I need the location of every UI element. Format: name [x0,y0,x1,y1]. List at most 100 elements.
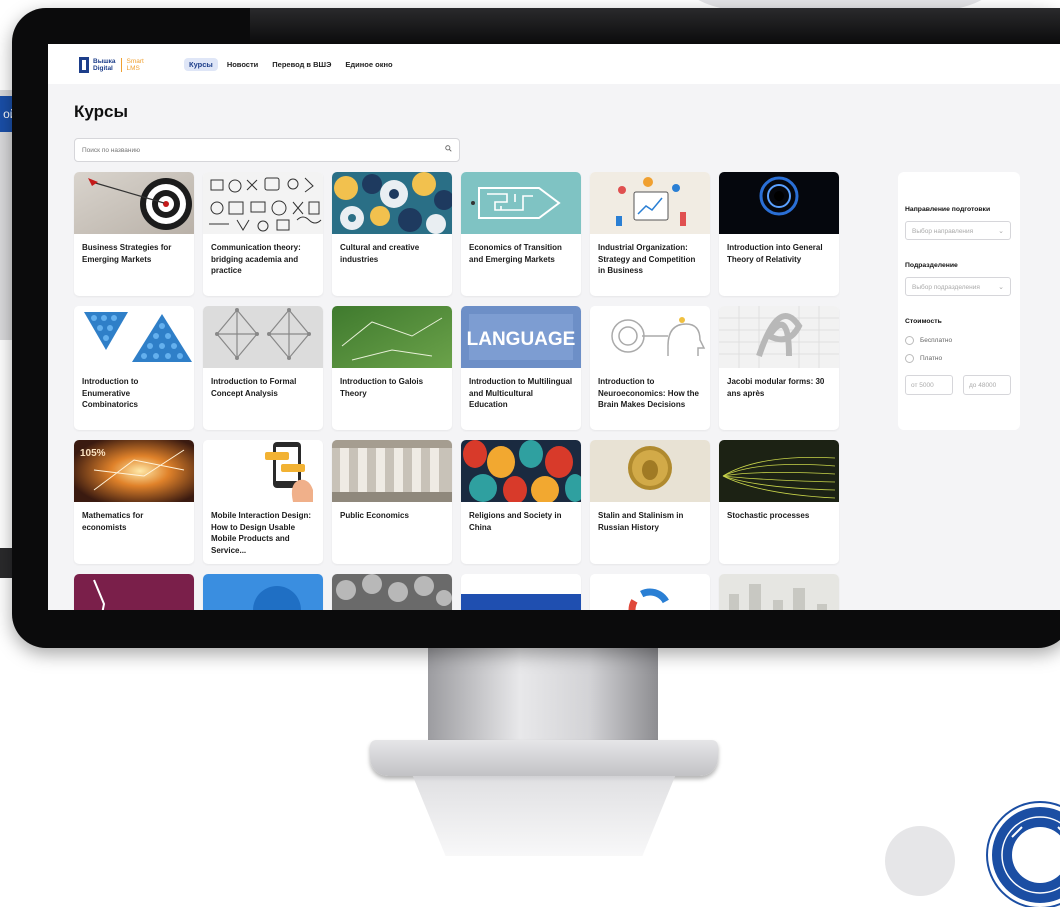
department-select-placeholder: Выбор подразделения [912,284,980,291]
course-thumbnail [332,440,452,502]
course-card[interactable] [332,574,452,610]
site-logo[interactable]: Вышка Digital Smart LMS [79,56,144,74]
search-box [74,138,460,162]
nav-news[interactable]: Новости [222,58,263,71]
course-thumbnail [332,306,452,368]
course-title: Stalin and Stalinism in Russian History [598,511,684,532]
course-card[interactable]: Cultural and creative industries [332,172,452,296]
course-title: Mathematics for economists [82,511,144,532]
course-card[interactable] [719,574,839,610]
course-title: Public Economics [340,511,409,520]
course-title: Religions and Society in China [469,511,562,532]
course-card[interactable]: Stochastic processes [719,440,839,564]
filter-department-label: Подразделение [905,262,958,269]
course-title: Introduction into General Theory of Rela… [727,243,823,264]
filter-panel: Направление подготовки Выбор направления… [898,172,1020,430]
course-title: Business Strategies for Emerging Markets [82,243,172,264]
course-card[interactable]: Introduction to Formal Concept Analysis [203,306,323,430]
logo-line-1: Вышка [93,58,116,65]
search-icon[interactable] [445,145,452,152]
radio-free[interactable]: Бесплатно [905,336,952,345]
course-card[interactable]: Introduction to Neuroeconomics: How the … [590,306,710,430]
main-nav: Курсы Новости Перевод в ВШЭ Единое окно [184,58,398,71]
thumbnail-percent-text: 105% [80,448,106,459]
hse-logo-icon [79,57,89,73]
direction-select-placeholder: Выбор направления [912,228,974,235]
course-card[interactable] [461,574,581,610]
radio-circle-icon [905,336,914,345]
course-card[interactable]: Stalin and Stalinism in Russian History [590,440,710,564]
price-to-input[interactable]: до 48000 [963,375,1011,395]
course-title: Stochastic processes [727,511,810,520]
chevron-down-icon: ⌄ [998,284,1004,291]
monitor-reflection [412,776,676,856]
course-thumbnail [461,172,581,234]
radio-paid[interactable]: Платно [905,354,942,363]
course-card[interactable] [203,574,323,610]
course-thumbnail [590,440,710,502]
course-card[interactable]: Economics of Transition and Emerging Mar… [461,172,581,296]
course-title: Introduction to Formal Concept Analysis [211,377,297,398]
course-thumbnail [74,172,194,234]
course-thumbnail [590,172,710,234]
thumbnail-language-text: LANGUAGE [467,329,576,350]
course-title: Mobile Interaction Design: How to Design… [211,511,312,555]
course-card[interactable]: Religions and Society in China [461,440,581,564]
course-card[interactable]: Business Strategies for Emerging Markets [74,172,194,296]
course-card[interactable]: Jacobi modular forms: 30 ans après [719,306,839,430]
background-circle [885,826,955,896]
course-thumbnail [719,172,839,234]
course-thumbnail [461,440,581,504]
course-card[interactable]: Introduction into General Theory of Rela… [719,172,839,296]
course-thumbnail [590,306,710,368]
course-thumbnail: LANGUAGE [461,306,581,368]
course-card[interactable]: 105% Mathematics for economists [74,440,194,564]
price-from-input[interactable]: от 5000 [905,375,953,395]
radio-circle-icon [905,354,914,363]
course-title: Jacobi modular forms: 30 ans après [727,377,825,398]
course-thumbnail [332,574,452,610]
course-thumbnail [74,306,194,368]
course-card[interactable]: Introduction to Enumerative Combinatoric… [74,306,194,430]
course-thumbnail: 105% [74,440,194,502]
course-thumbnail [719,306,839,368]
course-title: Cultural and creative industries [340,243,420,264]
top-navigation-bar: Вышка Digital Smart LMS Курсы Новости Пе… [48,44,1060,84]
course-thumbnail [203,440,323,502]
logo-sub-2: LMS [126,65,140,72]
course-thumbnail [461,574,581,610]
filter-cost-label: Стоимость [905,318,942,325]
logo-subtitle: Smart LMS [127,58,144,72]
nav-transfer[interactable]: Перевод в ВШЭ [267,58,336,71]
nav-courses[interactable]: Курсы [184,58,218,71]
chevron-down-icon: ⌄ [998,228,1004,235]
department-select[interactable]: Выбор подразделения ⌄ [905,277,1011,296]
course-card[interactable]: Mobile Interaction Design: How to Design… [203,440,323,564]
course-card[interactable] [590,574,710,610]
course-card[interactable]: Public Economics [332,440,452,564]
course-card[interactable]: Introduction to Galois Theory [332,306,452,430]
logo-sub-1: Smart [126,58,144,65]
radio-paid-label: Платно [920,355,943,362]
hse-seal-logo [988,803,1060,907]
course-card[interactable]: LANGUAGE Introduction to Multilingual an… [461,306,581,430]
nav-single-window[interactable]: Единое окно [340,58,397,71]
course-card[interactable]: Industrial Organization: Strategy and Co… [590,172,710,296]
monitor-screen: Вышка Digital Smart LMS Курсы Новости Пе… [48,44,1060,610]
course-title: Introduction to Multilingual and Multicu… [469,377,573,409]
monitor-bezel-highlight [250,8,1060,44]
course-title: Introduction to Neuroeconomics: How the … [598,377,699,409]
course-card[interactable]: Communication theory: bridging academia … [203,172,323,296]
search-input[interactable] [75,140,422,161]
course-title: Communication theory: bridging academia … [211,243,301,275]
direction-select[interactable]: Выбор направления ⌄ [905,221,1011,240]
page-title: Курсы [74,102,128,121]
logo-wordmark: Вышка Digital [93,58,116,72]
logo-line-2: Digital [93,65,113,72]
course-card[interactable] [74,574,194,610]
course-thumbnail [203,172,323,234]
course-thumbnail [74,574,194,610]
course-title: Industrial Organization: Strategy and Co… [598,243,696,275]
course-thumbnail [332,172,452,234]
course-thumbnail [719,440,839,502]
